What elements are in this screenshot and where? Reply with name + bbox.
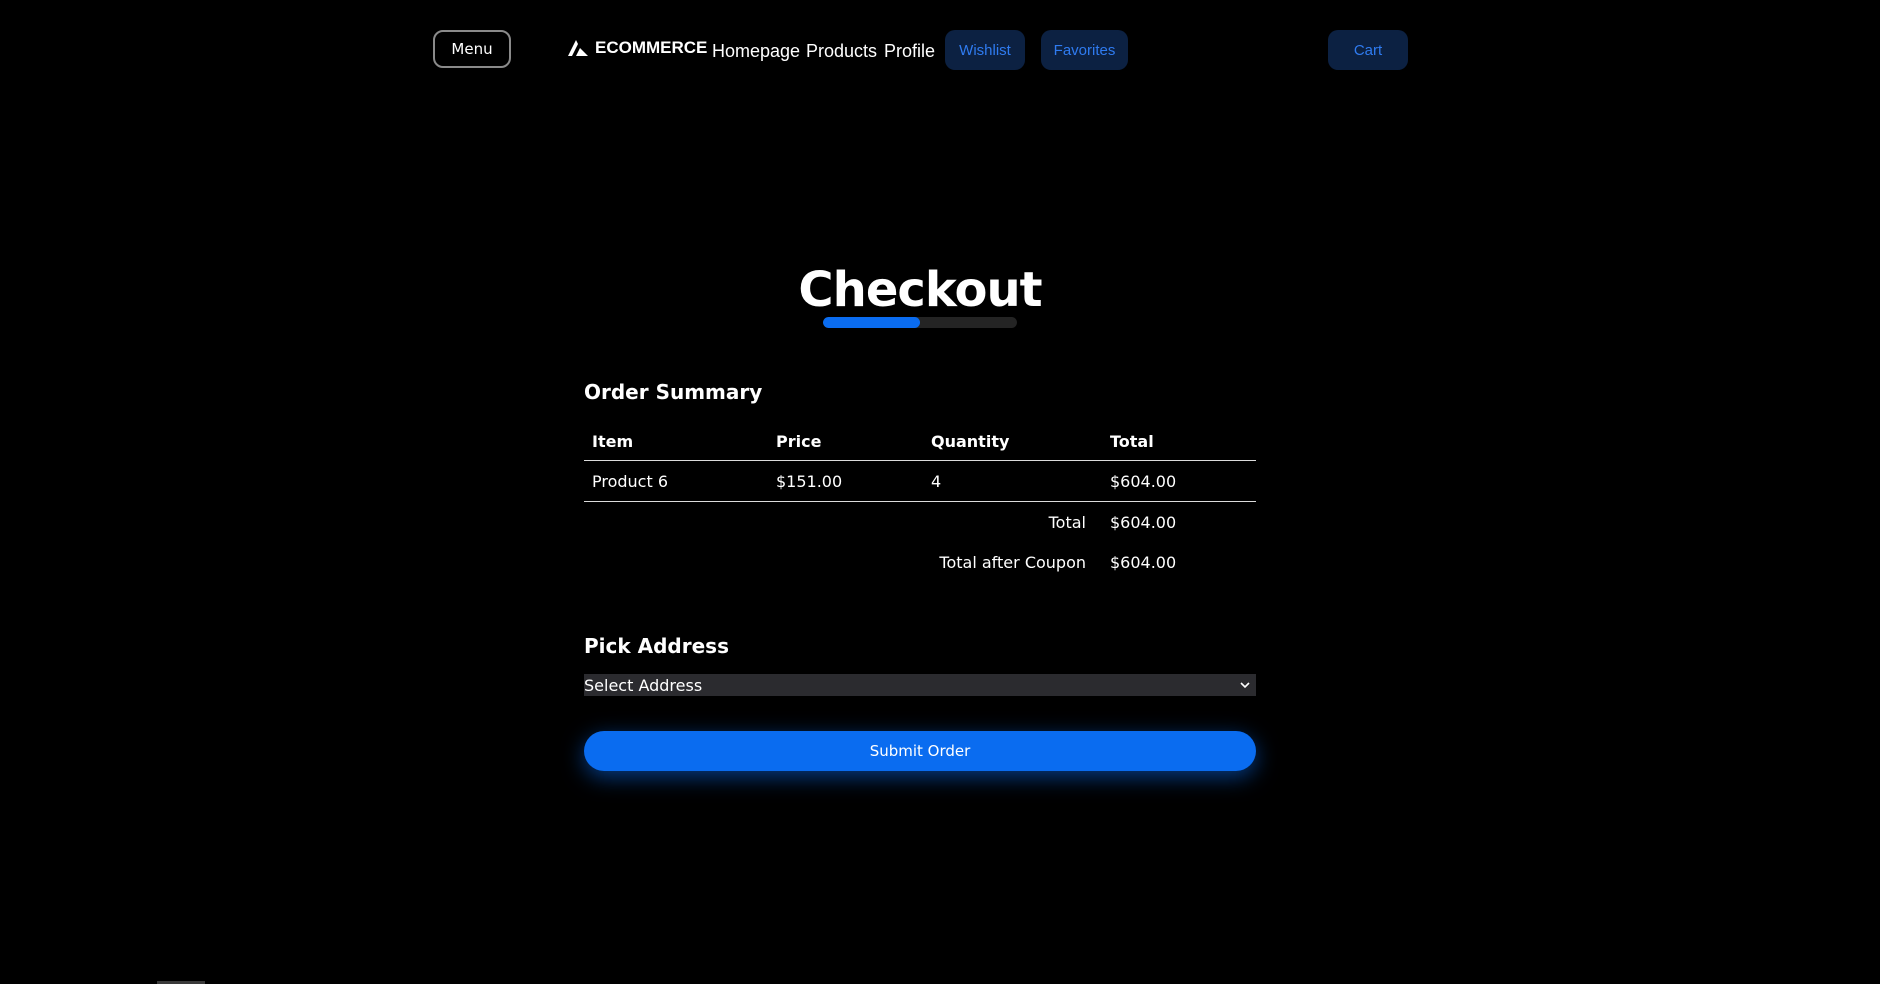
column-header-total: Total (1102, 422, 1256, 461)
address-select-value: Select Address (584, 675, 703, 695)
nav-products[interactable]: Products (806, 40, 877, 62)
total-value: $604.00 (1110, 512, 1177, 532)
coupon-total-row: Total after Coupon $604.00 (584, 542, 1256, 582)
order-summary-table: Item Price Quantity Total Product 6 $151… (584, 422, 1256, 582)
column-header-item: Item (584, 422, 768, 461)
coupon-total-value: $604.00 (1110, 552, 1177, 572)
submit-order-button[interactable]: Submit Order (584, 731, 1256, 771)
top-navbar: Menu ECOMMERCE Homepage Products Profile… (0, 0, 1880, 100)
brand-name: ECOMMERCE (595, 38, 708, 57)
cell-quantity: 4 (923, 460, 1102, 502)
favorites-button[interactable]: Favorites (1041, 30, 1128, 70)
coupon-total-label: Total after Coupon (939, 552, 1086, 572)
nav-profile[interactable]: Profile (884, 40, 935, 62)
total-row: Total $604.00 (584, 502, 1256, 543)
a-logo-icon (568, 40, 588, 56)
cell-price: $151.00 (768, 460, 923, 502)
chevron-down-icon (1240, 679, 1250, 692)
table-header-row: Item Price Quantity Total (584, 422, 1256, 461)
brand-logo[interactable]: ECOMMERCE (567, 38, 707, 58)
table-row: Product 6 $151.00 4 $604.00 (584, 460, 1256, 502)
column-header-quantity: Quantity (923, 422, 1102, 461)
checkout-progress-fill (823, 317, 920, 328)
cart-button[interactable]: Cart (1328, 30, 1408, 70)
cell-item: Product 6 (584, 460, 768, 502)
cell-total: $604.00 (1102, 460, 1256, 502)
order-summary-heading: Order Summary (584, 380, 763, 404)
nav-homepage[interactable]: Homepage (712, 40, 800, 62)
page-title: Checkout (798, 262, 1042, 318)
pick-address-heading: Pick Address (584, 634, 729, 658)
checkout-progress-bar (823, 317, 1017, 328)
menu-button[interactable]: Menu (433, 30, 511, 68)
wishlist-button[interactable]: Wishlist (945, 30, 1025, 70)
column-header-price: Price (768, 422, 923, 461)
address-select[interactable]: Select Address (584, 674, 1256, 696)
total-label: Total (1048, 512, 1086, 532)
